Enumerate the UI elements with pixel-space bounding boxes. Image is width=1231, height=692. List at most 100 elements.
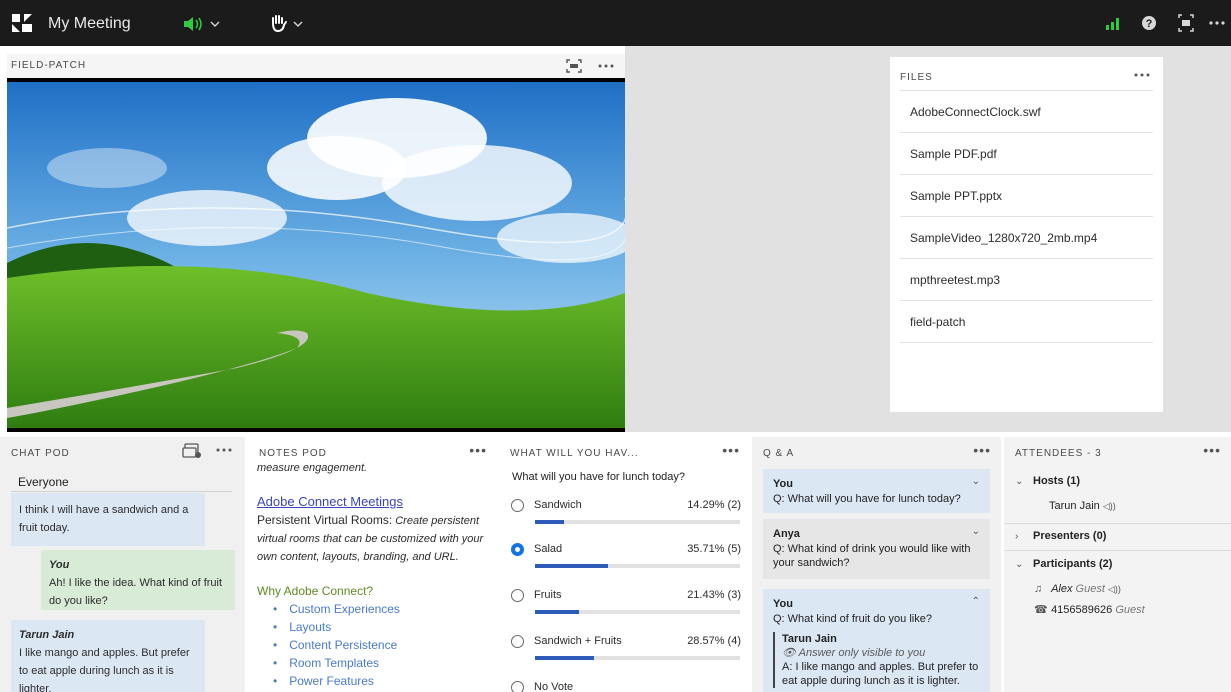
notes-bullet-list: Custom Experiences Layouts Content Persi… <box>257 600 489 690</box>
hosts-label: Hosts (1) <box>1033 475 1081 487</box>
notes-pod: NOTES POD ••• measure engagement. Adobe … <box>248 437 497 692</box>
pod-title: Q & A <box>763 448 795 459</box>
pod-title: FILES <box>900 72 933 83</box>
shared-image <box>6 78 637 432</box>
presenters-group-toggle[interactable]: › Presenters (0) <box>1015 530 1106 542</box>
pod-title: NOTES POD <box>259 448 327 459</box>
chevron-down-icon: ⌄ <box>1015 476 1024 487</box>
help-icon[interactable]: ? <box>1140 12 1158 34</box>
more-options-icon[interactable] <box>1207 12 1227 34</box>
attendee-row[interactable]: Tarun Jain ◁)) <box>1049 500 1116 512</box>
hosts-group-toggle[interactable]: ⌄ Hosts (1) <box>1015 475 1080 487</box>
poll-option[interactable]: No Vote <box>511 681 741 692</box>
chevron-down-icon[interactable]: ⌄ <box>972 475 980 489</box>
file-item[interactable]: SampleVideo_1280x720_2mb.mp4 <box>900 216 1153 259</box>
poll-option[interactable]: Sandwich + Fruits 28.57% (4) <box>511 635 741 675</box>
attendee-row[interactable]: ☎ 4156589626 Guest <box>1034 603 1145 616</box>
meeting-title: My Meeting <box>48 15 131 32</box>
poll-pod: WHAT WILL YOU HAV... ••• What will you h… <box>499 437 750 692</box>
poll-option-label: Fruits <box>534 589 562 601</box>
more-options-icon[interactable] <box>215 443 233 457</box>
poll-option[interactable]: Fruits 21.43% (3) <box>511 589 741 629</box>
microphone-icon: ♫ <box>1034 583 1043 595</box>
poll-option-label: Sandwich + Fruits <box>534 635 622 647</box>
audio-button[interactable] <box>184 13 226 35</box>
qa-author: You <box>773 598 793 610</box>
more-options-icon[interactable] <box>1133 67 1151 83</box>
share-pod: FIELD-PATCH <box>6 54 637 432</box>
attendees-pod: ATTENDEES - 3 ••• ⌄ Hosts (1) Tarun Jain … <box>1004 437 1231 692</box>
qa-author: Anya <box>773 528 800 540</box>
qa-question-card[interactable]: ⌄ Anya Q: What kind of drink you would l… <box>763 519 990 579</box>
file-item[interactable]: Sample PDF.pdf <box>900 132 1153 175</box>
chat-pod: CHAT POD Everyone I think I will have a … <box>0 437 245 692</box>
qa-question-text: Q: What kind of drink you would like wit… <box>773 543 971 569</box>
chat-message: Tarun Jain I like mango and apples. But … <box>11 620 205 692</box>
poll-result-bar <box>535 656 740 660</box>
notes-bold-text: Persistent Virtual Rooms: <box>257 513 393 527</box>
qa-answer: Tarun Jain 👁 Answer only visible to you … <box>773 632 980 688</box>
notes-paragraph: Persistent Virtual Rooms: Create persist… <box>257 511 489 566</box>
notes-bullet: Custom Experiences <box>273 600 489 618</box>
chat-message-author: You <box>49 559 70 571</box>
qa-answer-text: A: I like mango and apples. But prefer t… <box>782 661 979 687</box>
poll-option-result: 28.57% (4) <box>687 635 741 647</box>
attendees-pod-header: ATTENDEES - 3 ••• <box>1004 437 1231 459</box>
chevron-down-icon[interactable]: ⌄ <box>972 525 980 539</box>
pod-title: ATTENDEES - 3 <box>1015 448 1102 459</box>
notes-pod-header: NOTES POD ••• <box>248 437 497 459</box>
chevron-up-icon[interactable]: ⌃ <box>972 595 980 609</box>
chat-recipient-selector[interactable]: Everyone <box>18 475 69 489</box>
svg-text:?: ? <box>1146 18 1153 30</box>
raise-hand-button[interactable] <box>270 13 310 35</box>
connection-signal-icon <box>1105 12 1123 34</box>
poll-radio[interactable] <box>511 635 524 648</box>
attendee-role: Guest <box>1115 604 1145 616</box>
notes-bullet: Layouts <box>273 618 489 636</box>
pod-title: FIELD-PATCH <box>11 60 87 71</box>
eye-icon: 👁 <box>782 647 796 659</box>
poll-radio[interactable] <box>511 543 524 556</box>
poll-option-label: Sandwich <box>534 499 582 511</box>
chat-settings-icon[interactable] <box>182 443 204 459</box>
chat-message-author: Tarun Jain <box>19 629 75 641</box>
audio-icon: ◁)) <box>1107 584 1121 594</box>
fullscreen-icon[interactable] <box>565 58 583 74</box>
poll-radio[interactable] <box>511 681 524 692</box>
poll-question: What will you have for lunch today? <box>512 471 686 483</box>
poll-radio[interactable] <box>511 499 524 512</box>
top-bar: My Meeting ? <box>0 0 1231 46</box>
participants-group-toggle[interactable]: ⌄ Participants (2) <box>1015 558 1112 570</box>
chat-message: You Ah! I like the idea. What kind of fr… <box>41 550 235 610</box>
notes-link[interactable]: Adobe Connect Meetings <box>257 493 489 511</box>
file-item[interactable]: field-patch <box>900 300 1153 343</box>
notes-content[interactable]: measure engagement. Adobe Connect Meetin… <box>257 459 489 690</box>
chat-message: I think I will have a sandwich and a fru… <box>11 493 205 546</box>
file-item[interactable]: AdobeConnectClock.swf <box>900 90 1153 133</box>
poll-radio[interactable] <box>511 589 524 602</box>
poll-option-result: 21.43% (3) <box>687 589 741 601</box>
poll-option[interactable]: Sandwich 14.29% (2) <box>511 499 741 539</box>
more-options-icon[interactable]: ••• <box>1203 442 1221 458</box>
more-options-icon[interactable]: ••• <box>469 442 487 458</box>
chat-message-text: Ah! I like the idea. What kind of fruit … <box>49 577 223 607</box>
chat-pod-header: CHAT POD <box>0 437 245 459</box>
chevron-down-icon: ⌄ <box>1015 559 1024 570</box>
file-item[interactable]: Sample PPT.pptx <box>900 174 1153 217</box>
notes-bullet: Power Features <box>273 672 489 690</box>
participants-label: Participants (2) <box>1033 558 1113 570</box>
poll-option[interactable]: Salad 35.71% (5) <box>511 543 741 583</box>
chevron-right-icon: › <box>1015 531 1019 542</box>
divider <box>11 491 232 492</box>
attendee-name: Tarun Jain <box>1049 500 1100 512</box>
poll-result-bar <box>535 610 740 614</box>
more-options-icon[interactable] <box>597 58 615 74</box>
fullscreen-icon[interactable] <box>1177 12 1195 34</box>
more-options-icon[interactable]: ••• <box>973 442 991 458</box>
qa-question-card[interactable]: ⌃ You Q: What kind of fruit do you like?… <box>763 589 990 692</box>
notes-bullet: Room Templates <box>273 654 489 672</box>
file-item[interactable]: mpthreetest.mp3 <box>900 258 1153 301</box>
qa-question-card[interactable]: ⌄ You Q: What will you have for lunch to… <box>763 469 990 513</box>
attendee-row[interactable]: ♫ Alex Guest ◁)) <box>1034 583 1121 595</box>
more-options-icon[interactable]: ••• <box>722 442 740 458</box>
